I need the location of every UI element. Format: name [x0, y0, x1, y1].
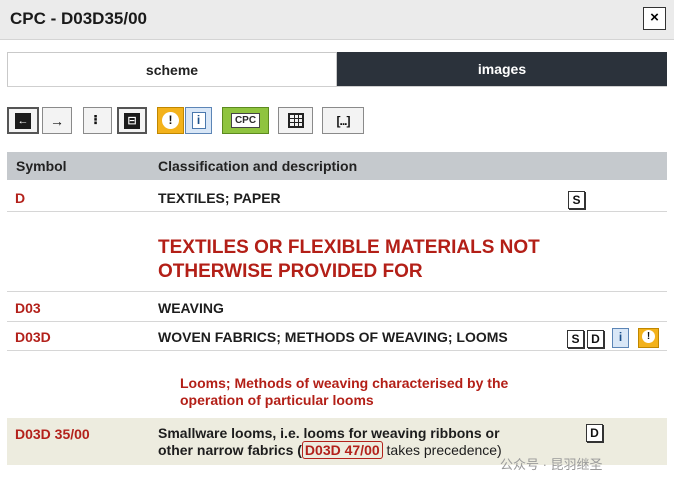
- symbol-d03d[interactable]: D03D: [15, 329, 51, 345]
- symbol-d03[interactable]: D03: [15, 300, 41, 316]
- watermark: 公众号 · 昆羽继圣: [500, 457, 603, 472]
- warnings-button[interactable]: !: [157, 107, 184, 134]
- column-header-description: Classification and description: [158, 158, 358, 174]
- section-heading-line-1: TEXTILES OR FLEXIBLE MATERIALS NOT: [158, 237, 540, 258]
- subgroup-note-line-2: operation of particular looms: [180, 392, 374, 408]
- table-view-button[interactable]: [278, 107, 313, 134]
- cpc-button[interactable]: CPC: [222, 107, 269, 134]
- tab-images[interactable]: images: [337, 52, 667, 87]
- row-divider: [7, 211, 667, 212]
- collapse-button[interactable]: ⠇: [83, 107, 112, 134]
- prev-button[interactable]: ←: [7, 107, 39, 134]
- row-divider: [7, 350, 667, 351]
- section-heading-line-2: OTHERWISE PROVIDED FOR: [158, 261, 423, 282]
- row-divider: [7, 321, 667, 322]
- symbol-d03d-35-00[interactable]: D03D 35/00: [15, 426, 90, 442]
- tab-divider: [7, 86, 667, 87]
- subgroup-note-line-1: Looms; Methods of weaving characterised …: [180, 375, 509, 391]
- info-button[interactable]: i: [185, 107, 212, 134]
- description-suffix: takes precedence): [382, 442, 502, 458]
- info-icon[interactable]: i: [612, 328, 629, 348]
- grid-icon: [287, 113, 304, 128]
- description-prefix: other narrow fabrics (: [158, 442, 302, 458]
- tab-scheme[interactable]: scheme: [7, 52, 337, 87]
- description-d03d: WOVEN FABRICS; METHODS OF WEAVING; LOOMS: [158, 329, 508, 345]
- window-title: CPC - D03D35/00: [10, 9, 148, 28]
- ellipsis-button[interactable]: [...]: [322, 107, 364, 134]
- d-icon[interactable]: D: [586, 424, 603, 442]
- tree-collapse-icon: ⠇: [92, 112, 103, 128]
- cpc-icon: CPC: [230, 113, 261, 128]
- description-d03d-35-00: Smallware looms, i.e. looms for weaving …: [158, 425, 558, 459]
- s-icon[interactable]: S: [568, 191, 585, 209]
- arrow-right-icon: →: [50, 112, 64, 129]
- row-divider: [7, 291, 667, 292]
- reference-link[interactable]: D03D 47/00: [301, 441, 383, 459]
- next-button[interactable]: →: [42, 107, 72, 134]
- warning-mark: !: [642, 330, 655, 343]
- description-d03: WEAVING: [158, 300, 224, 316]
- subgroup-note: Looms; Methods of weaving characterised …: [180, 375, 580, 409]
- warning-icon: !: [162, 112, 179, 129]
- symbol-d[interactable]: D: [15, 190, 25, 206]
- tree-expand-icon: ⊟: [124, 112, 140, 129]
- s-icon[interactable]: S: [567, 330, 584, 348]
- description-line-2: other narrow fabrics (D03D 47/00 takes p…: [158, 441, 558, 459]
- arrow-left-icon: ←: [15, 112, 31, 129]
- description-d: TEXTILES; PAPER: [158, 190, 281, 206]
- table-header: Symbol Classification and description: [7, 152, 667, 180]
- description-line-1: Smallware looms, i.e. looms for weaving …: [158, 425, 500, 441]
- ellipsis-icon: [...]: [336, 113, 351, 128]
- section-heading: TEXTILES OR FLEXIBLE MATERIALS NOT OTHER…: [158, 236, 628, 284]
- close-button[interactable]: ×: [643, 7, 666, 30]
- title-bar: CPC - D03D35/00 ×: [0, 0, 674, 40]
- info-icon: i: [191, 112, 206, 129]
- column-header-symbol: Symbol: [16, 158, 67, 174]
- d-icon[interactable]: D: [587, 330, 604, 348]
- expand-button[interactable]: ⊟: [117, 107, 147, 134]
- warning-icon[interactable]: !: [638, 328, 659, 348]
